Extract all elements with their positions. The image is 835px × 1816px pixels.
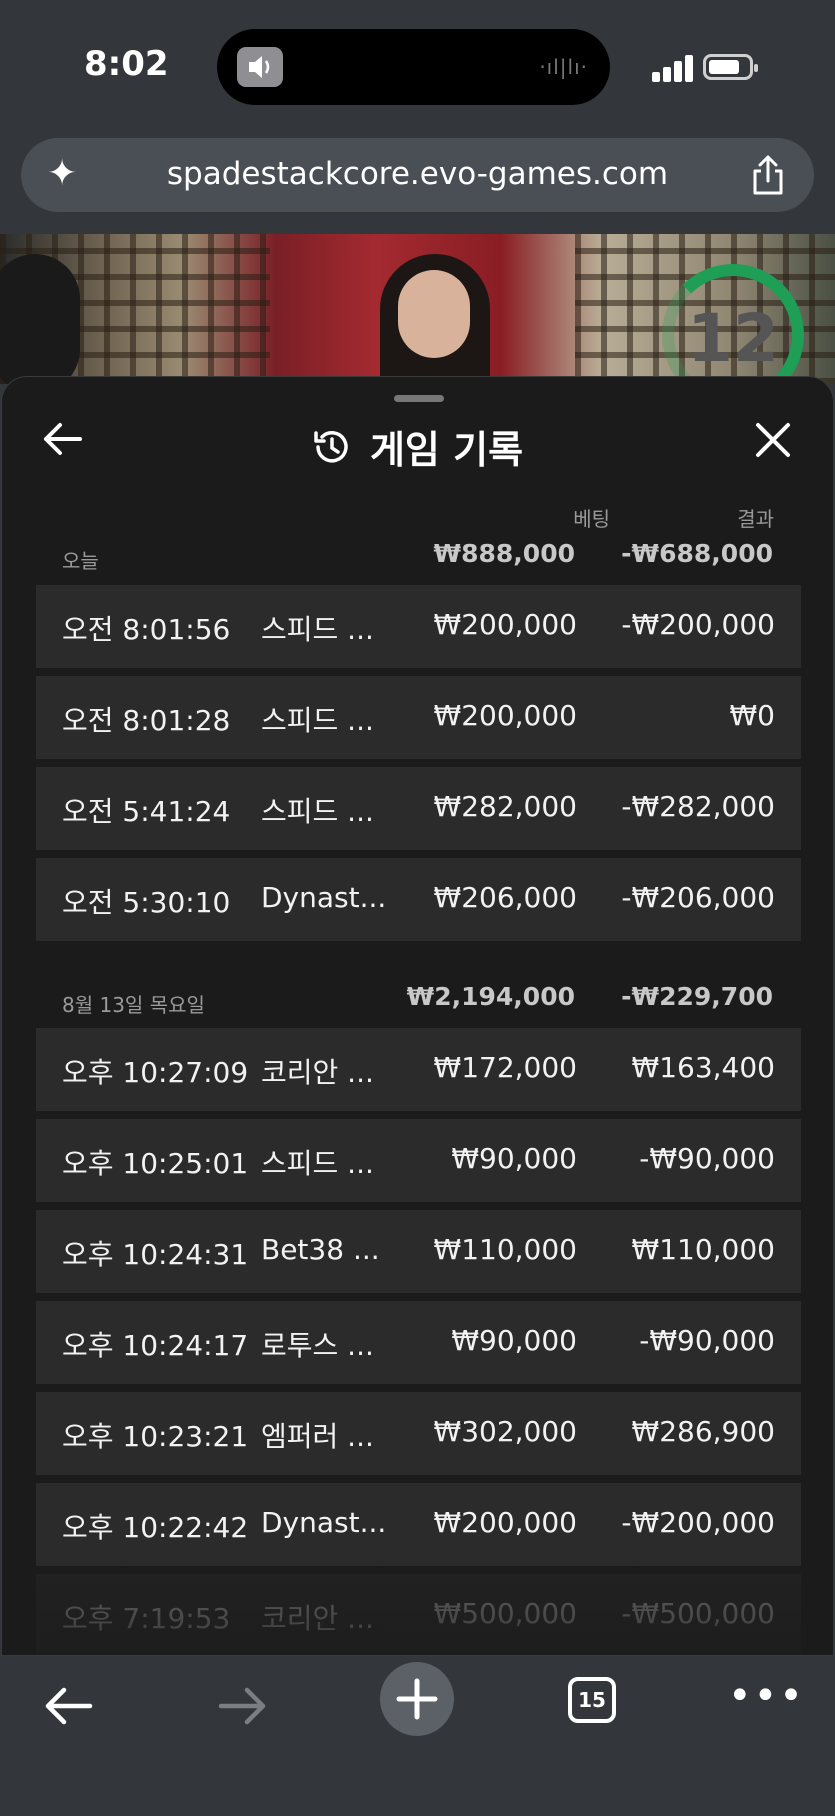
row-game: 코리안 ... — [261, 1056, 374, 1089]
cellular-signal-icon — [652, 54, 694, 82]
column-header-result: 결과 — [737, 507, 774, 531]
battery-icon — [703, 54, 758, 80]
row-result: -₩500,000 — [621, 1597, 775, 1630]
row-bet: ₩172,000 — [433, 1051, 577, 1084]
history-row[interactable]: 오전 5:41:24 스피드 ... ₩282,000 -₩282,000 — [36, 767, 801, 850]
section-date-label: 오늘 — [62, 549, 99, 573]
speaker-icon — [237, 47, 283, 87]
history-row[interactable]: 오후 10:22:42 Dynast... ₩200,000 -₩200,000 — [36, 1483, 801, 1566]
section-bet-total: ₩888,000 — [433, 539, 575, 568]
row-bet: ₩110,000 — [433, 1233, 577, 1266]
browser-forward-icon[interactable] — [215, 1684, 271, 1728]
row-result: ₩110,000 — [631, 1233, 775, 1266]
row-bet: ₩200,000 — [433, 1506, 577, 1539]
history-icon — [312, 427, 352, 467]
row-result: -₩90,000 — [639, 1324, 775, 1357]
section-date-label: 8월 13일 목요일 — [62, 993, 205, 1017]
player-silhouette — [0, 254, 80, 384]
audio-wave-icon: ·ıl|lı· — [539, 55, 588, 79]
row-game: 로투스 ... — [261, 1329, 374, 1362]
game-history-panel: 게임 기록 베팅 결과 오늘 ₩888,000 -₩688,000 오전 8:0… — [1, 376, 834, 1656]
row-result: ₩0 — [729, 699, 776, 732]
address-bar[interactable]: ✦ spadestackcore.evo-games.com — [21, 138, 814, 212]
history-row[interactable]: 오후 10:27:09 코리안 ... ₩172,000 ₩163,400 — [36, 1028, 801, 1111]
url-text[interactable]: spadestackcore.evo-games.com — [21, 156, 814, 192]
history-row[interactable]: 오전 8:01:28 스피드 ... ₩200,000 ₩0 — [36, 676, 801, 759]
row-bet: ₩200,000 — [433, 699, 577, 732]
countdown-timer: 12 — [687, 300, 779, 377]
share-icon[interactable] — [750, 154, 786, 196]
row-time: 오후 10:23:21 — [62, 1420, 249, 1453]
history-row[interactable]: 오후 10:23:21 엠퍼러 ... ₩302,000 ₩286,900 — [36, 1392, 801, 1475]
row-bet: ₩282,000 — [433, 790, 577, 823]
history-row[interactable]: 오후 10:24:31 Bet38 ... ₩110,000 ₩110,000 — [36, 1210, 801, 1293]
row-time: 오후 10:22:42 — [62, 1511, 249, 1544]
row-time: 오전 5:41:24 — [62, 795, 231, 828]
row-time: 오전 8:01:28 — [62, 704, 231, 737]
row-game: Dynast... — [261, 881, 387, 914]
section-result-total: -₩688,000 — [621, 539, 773, 568]
browser-toolbar: 15 ••• — [0, 1656, 835, 1816]
history-row[interactable]: 오후 10:24:17 로투스 ... ₩90,000 -₩90,000 — [36, 1301, 801, 1384]
row-bet: ₩90,000 — [451, 1324, 577, 1357]
status-time: 8:02 — [84, 44, 169, 84]
row-game: 엠퍼러 ... — [261, 1420, 374, 1453]
new-tab-icon[interactable] — [380, 1662, 454, 1736]
row-game: 코리안 ... — [261, 1602, 374, 1635]
row-time: 오후 10:27:09 — [62, 1056, 249, 1089]
row-game: 스피드 ... — [261, 613, 374, 646]
row-result: ₩163,400 — [631, 1051, 775, 1084]
section-bet-total: ₩2,194,000 — [406, 982, 575, 1011]
row-result: -₩90,000 — [639, 1142, 775, 1175]
row-result: -₩206,000 — [621, 881, 775, 914]
row-result: ₩286,900 — [631, 1415, 775, 1448]
row-bet: ₩200,000 — [433, 608, 577, 641]
row-time: 오후 7:19:53 — [62, 1602, 231, 1635]
status-bar: 8:02 ·ıl|lı· — [0, 0, 835, 130]
row-bet: ₩206,000 — [433, 881, 577, 914]
row-result: -₩200,000 — [621, 608, 775, 641]
close-icon[interactable] — [754, 421, 792, 459]
history-row[interactable]: 오전 8:01:56 스피드 ... ₩200,000 -₩200,000 — [36, 585, 801, 668]
section-result-total: -₩229,700 — [621, 982, 773, 1011]
row-result: -₩200,000 — [621, 1506, 775, 1539]
row-bet: ₩90,000 — [451, 1142, 577, 1175]
row-game: 스피드 ... — [261, 1147, 374, 1180]
row-bet: ₩302,000 — [433, 1415, 577, 1448]
row-game: 스피드 ... — [261, 795, 374, 828]
more-options-icon[interactable]: ••• — [728, 1676, 803, 1720]
row-result: -₩282,000 — [621, 790, 775, 823]
history-row[interactable]: 오후 7:19:53 코리안 ... ₩500,000 -₩500,000 — [36, 1574, 801, 1655]
row-game: Dynast... — [261, 1506, 387, 1539]
row-game: Bet38 ... — [261, 1233, 380, 1266]
row-game: 스피드 ... — [261, 704, 374, 737]
tabs-count-icon[interactable]: 15 — [568, 1677, 616, 1723]
row-time: 오후 10:25:01 — [62, 1147, 249, 1180]
browser-back-icon[interactable] — [40, 1684, 96, 1728]
row-time: 오전 5:30:10 — [62, 886, 231, 919]
row-time: 오전 8:01:56 — [62, 613, 231, 646]
column-header-bet: 베팅 — [573, 507, 610, 531]
row-bet: ₩500,000 — [433, 1597, 577, 1630]
dynamic-island: ·ıl|lı· — [217, 29, 610, 105]
row-time: 오후 10:24:31 — [62, 1238, 249, 1271]
history-row[interactable]: 오후 10:25:01 스피드 ... ₩90,000 -₩90,000 — [36, 1119, 801, 1202]
row-time: 오후 10:24:17 — [62, 1329, 249, 1362]
panel-header: 게임 기록 — [2, 419, 833, 474]
history-row[interactable]: 오전 5:30:10 Dynast... ₩206,000 -₩206,000 — [36, 858, 801, 941]
drag-handle[interactable] — [394, 395, 444, 402]
panel-title: 게임 기록 — [369, 428, 524, 472]
